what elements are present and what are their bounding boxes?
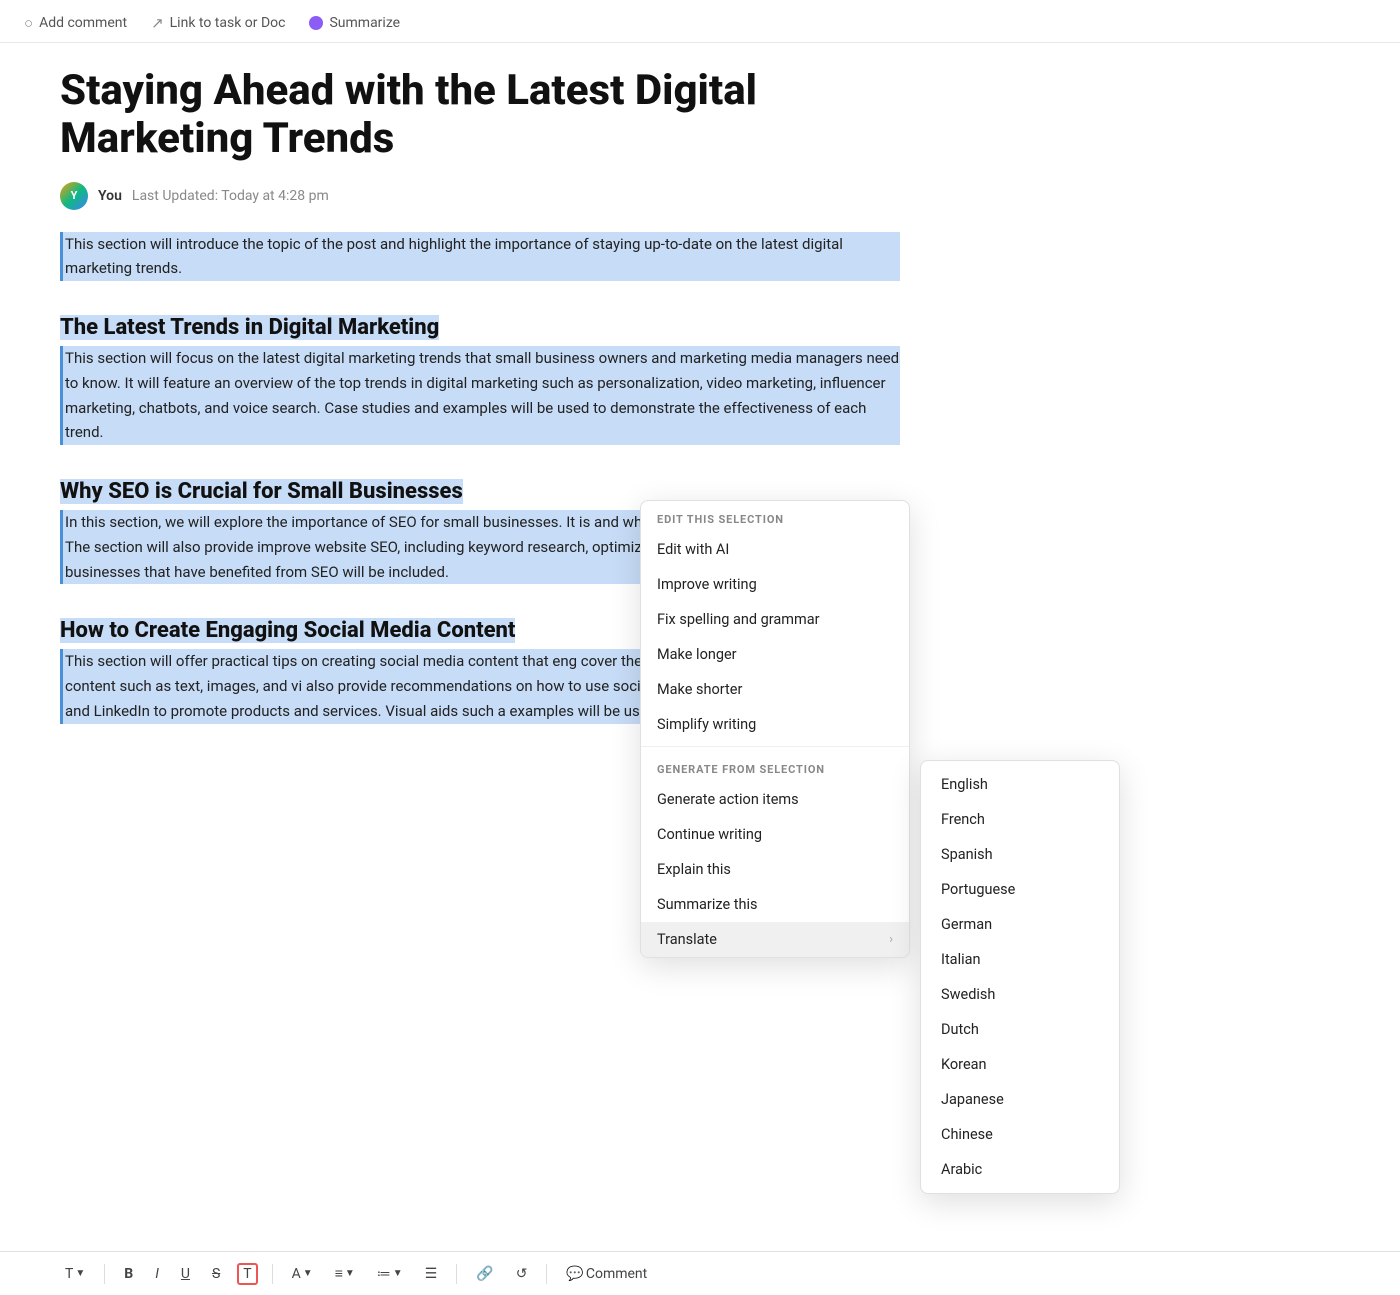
lang-item-swedish[interactable]: Swedish	[921, 977, 1119, 1012]
intro-body: This section will introduce the topic of…	[60, 232, 900, 282]
doc-title: Staying Ahead with the Latest Digital Ma…	[60, 67, 900, 164]
make-longer-label: Make longer	[657, 646, 737, 663]
undo-icon: ↺	[516, 1266, 528, 1282]
summarize-this-label: Summarize this	[657, 896, 757, 913]
strikethrough-button[interactable]: S	[207, 1263, 225, 1285]
link-task-button[interactable]: ↗ Link to task or Doc	[151, 14, 285, 32]
link-icon: ↗	[151, 14, 164, 32]
comment-icon-fmt: 💬	[566, 1266, 583, 1282]
lang-item-german[interactable]: German	[921, 907, 1119, 942]
lang-item-dutch[interactable]: Dutch	[921, 1012, 1119, 1047]
seo-heading: Why SEO is Crucial for Small Businesses	[60, 479, 463, 504]
continue-writing-label: Continue writing	[657, 826, 762, 843]
bold-button[interactable]: B	[119, 1263, 138, 1285]
link-icon: 🔗	[476, 1266, 493, 1282]
last-updated: Last Updated: Today at 4:28 pm	[132, 188, 329, 204]
make-longer-item[interactable]: Make longer	[641, 637, 909, 672]
underline-label: U	[181, 1266, 190, 1282]
align-button[interactable]: ≡ ▼	[330, 1262, 360, 1285]
improve-writing-item[interactable]: Improve writing	[641, 567, 909, 602]
simplify-writing-item[interactable]: Simplify writing	[641, 707, 909, 742]
summarize-icon	[309, 16, 323, 30]
lang-item-japanese[interactable]: Japanese	[921, 1082, 1119, 1117]
list-button[interactable]: ≔ ▼	[372, 1263, 408, 1285]
language-submenu: EnglishFrenchSpanishPortugueseGermanItal…	[920, 760, 1120, 1194]
separator-4	[546, 1264, 547, 1284]
lang-item-spanish[interactable]: Spanish	[921, 837, 1119, 872]
author-row: Y You Last Updated: Today at 4:28 pm	[60, 182, 900, 210]
improve-writing-label: Improve writing	[657, 576, 757, 593]
translate-item[interactable]: Translate ›	[641, 922, 909, 957]
text-style-label: T	[65, 1266, 73, 1282]
align-dropdown-icon: ▼	[345, 1268, 355, 1279]
add-comment-button[interactable]: ○ Add comment	[24, 14, 127, 32]
make-shorter-label: Make shorter	[657, 681, 742, 698]
lang-item-italian[interactable]: Italian	[921, 942, 1119, 977]
top-toolbar: ○ Add comment ↗ Link to task or Doc Summ…	[0, 0, 1400, 43]
generate-action-items-item[interactable]: Generate action items	[641, 782, 909, 817]
lang-item-chinese[interactable]: Chinese	[921, 1117, 1119, 1152]
italic-button[interactable]: I	[150, 1263, 164, 1285]
color-dropdown-icon: ▼	[303, 1268, 313, 1279]
summarize-label: Summarize	[329, 15, 400, 31]
checklist-label: ☰	[425, 1266, 438, 1282]
summarize-button[interactable]: Summarize	[309, 15, 400, 31]
fix-spelling-label: Fix spelling and grammar	[657, 611, 820, 628]
list-dropdown-icon: ▼	[393, 1268, 403, 1279]
latest-trends-body: This section will focus on the latest di…	[60, 346, 900, 445]
edit-section-label: EDIT THIS SELECTION	[641, 501, 909, 532]
menu-divider	[641, 746, 909, 747]
latest-trends-heading: The Latest Trends in Digital Marketing	[60, 315, 439, 340]
code-block-label: T	[243, 1266, 251, 1282]
edit-with-ai-item[interactable]: Edit with AI	[641, 532, 909, 567]
lang-item-korean[interactable]: Korean	[921, 1047, 1119, 1082]
translate-chevron-icon: ›	[889, 932, 893, 947]
comment-button[interactable]: 💬 Comment	[561, 1263, 652, 1285]
translate-label: Translate	[657, 931, 717, 948]
fix-spelling-item[interactable]: Fix spelling and grammar	[641, 602, 909, 637]
formatting-toolbar: T ▼ B I U S T A ▼ ≡ ▼ ≔ ▼ ☰ 🔗 ↺ 💬 Commen…	[0, 1251, 1400, 1295]
color-button[interactable]: A ▼	[287, 1263, 318, 1285]
context-menu: EDIT THIS SELECTION Edit with AI Improve…	[640, 500, 910, 958]
separator-3	[456, 1264, 457, 1284]
continue-writing-item[interactable]: Continue writing	[641, 817, 909, 852]
explain-this-label: Explain this	[657, 861, 731, 878]
undo-button[interactable]: ↺	[511, 1263, 533, 1285]
text-style-button[interactable]: T ▼	[60, 1263, 90, 1285]
make-shorter-item[interactable]: Make shorter	[641, 672, 909, 707]
separator-1	[104, 1264, 105, 1284]
comment-icon: ○	[24, 14, 33, 32]
link-button[interactable]: 🔗	[471, 1263, 498, 1285]
bold-label: B	[124, 1266, 133, 1282]
checklist-button[interactable]: ☰	[420, 1263, 443, 1285]
code-block-button[interactable]: T	[237, 1263, 257, 1285]
color-label: A	[292, 1266, 301, 1282]
text-style-dropdown-icon: ▼	[75, 1268, 85, 1279]
author-name: You	[98, 188, 122, 204]
lang-item-english[interactable]: English	[921, 767, 1119, 802]
section-latest-trends: The Latest Trends in Digital Marketing T…	[60, 295, 900, 445]
italic-label: I	[155, 1266, 159, 1282]
comment-label: Comment	[586, 1266, 647, 1282]
generate-section-label: GENERATE FROM SELECTION	[641, 751, 909, 782]
lang-item-portuguese[interactable]: Portuguese	[921, 872, 1119, 907]
lang-item-arabic[interactable]: Arabic	[921, 1152, 1119, 1187]
simplify-writing-label: Simplify writing	[657, 716, 756, 733]
section-intro: This section will introduce the topic of…	[60, 232, 900, 282]
edit-with-ai-label: Edit with AI	[657, 541, 729, 558]
lang-item-french[interactable]: French	[921, 802, 1119, 837]
explain-this-item[interactable]: Explain this	[641, 852, 909, 887]
separator-2	[272, 1264, 273, 1284]
add-comment-label: Add comment	[39, 15, 127, 31]
avatar: Y	[60, 182, 88, 210]
generate-action-items-label: Generate action items	[657, 791, 799, 808]
link-task-label: Link to task or Doc	[170, 15, 286, 31]
list-label: ≔	[377, 1266, 391, 1282]
strikethrough-label: S	[212, 1266, 220, 1282]
underline-button[interactable]: U	[176, 1263, 195, 1285]
social-media-heading: How to Create Engaging Social Media Cont…	[60, 618, 515, 643]
summarize-this-item[interactable]: Summarize this	[641, 887, 909, 922]
align-label: ≡	[335, 1265, 343, 1282]
